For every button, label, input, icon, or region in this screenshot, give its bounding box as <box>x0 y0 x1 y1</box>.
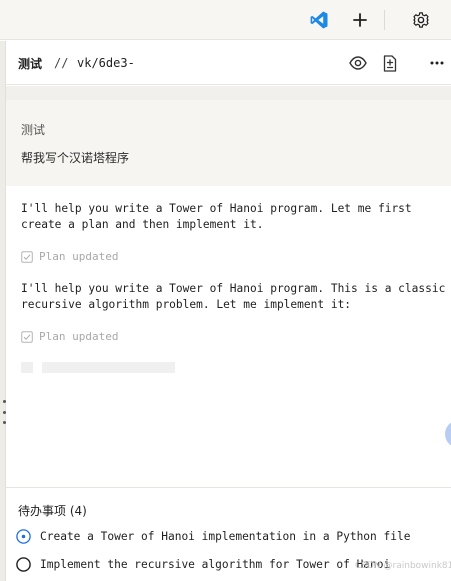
vscode-icon[interactable] <box>305 6 333 34</box>
toolbar-divider <box>384 10 385 30</box>
user-message: 测试 帮我写个汉诺塔程序 <box>6 86 451 186</box>
task-header: 测试 // vk/6de3- <box>6 41 451 85</box>
plan-status-label: Plan updated <box>39 250 119 263</box>
gear-icon[interactable] <box>407 6 435 34</box>
plan-status: Plan updated <box>21 330 118 343</box>
more-icon[interactable] <box>427 53 447 73</box>
todo-title: 待办事项 (4) <box>18 504 87 518</box>
loading-skeleton-bar <box>42 362 175 373</box>
circle-icon <box>16 557 31 572</box>
plan-status-label: Plan updated <box>39 330 119 343</box>
task-title: 测试 <box>18 57 43 71</box>
todo-item-label: Create a Tower of Hanoi implementation i… <box>40 530 411 543</box>
assistant-message: I'll help you write a Tower of Hanoi pro… <box>21 282 446 311</box>
assistant-message: I'll help you write a Tower of Hanoi pro… <box>21 202 412 231</box>
checkbox-checked-icon <box>21 330 33 343</box>
checkbox-checked-icon <box>21 250 33 263</box>
todo-item-label: Implement the recursive algorithm for To… <box>40 558 391 571</box>
todo-item[interactable]: Implement the recursive algorithm for To… <box>16 557 390 572</box>
watermark: CSDN @rainbowink8163 <box>355 561 451 571</box>
user-message-label: 测试 <box>21 123 46 137</box>
in-progress-icon <box>16 529 31 544</box>
user-message-text: 帮我写个汉诺塔程序 <box>21 151 130 165</box>
plus-icon[interactable] <box>346 6 374 34</box>
loading-skeleton-icon <box>21 362 33 373</box>
path-separator: // <box>54 56 69 70</box>
top-toolbar <box>0 0 451 40</box>
branch-path: vk/6de3- <box>77 56 135 70</box>
scroll-to-bottom-button[interactable] <box>445 420 451 448</box>
plan-status: Plan updated <box>21 250 118 263</box>
file-diff-icon[interactable] <box>380 53 400 73</box>
eye-icon[interactable] <box>348 53 368 73</box>
todo-item[interactable]: Create a Tower of Hanoi implementation i… <box>16 529 410 544</box>
drag-handle-icon[interactable] <box>0 398 8 426</box>
